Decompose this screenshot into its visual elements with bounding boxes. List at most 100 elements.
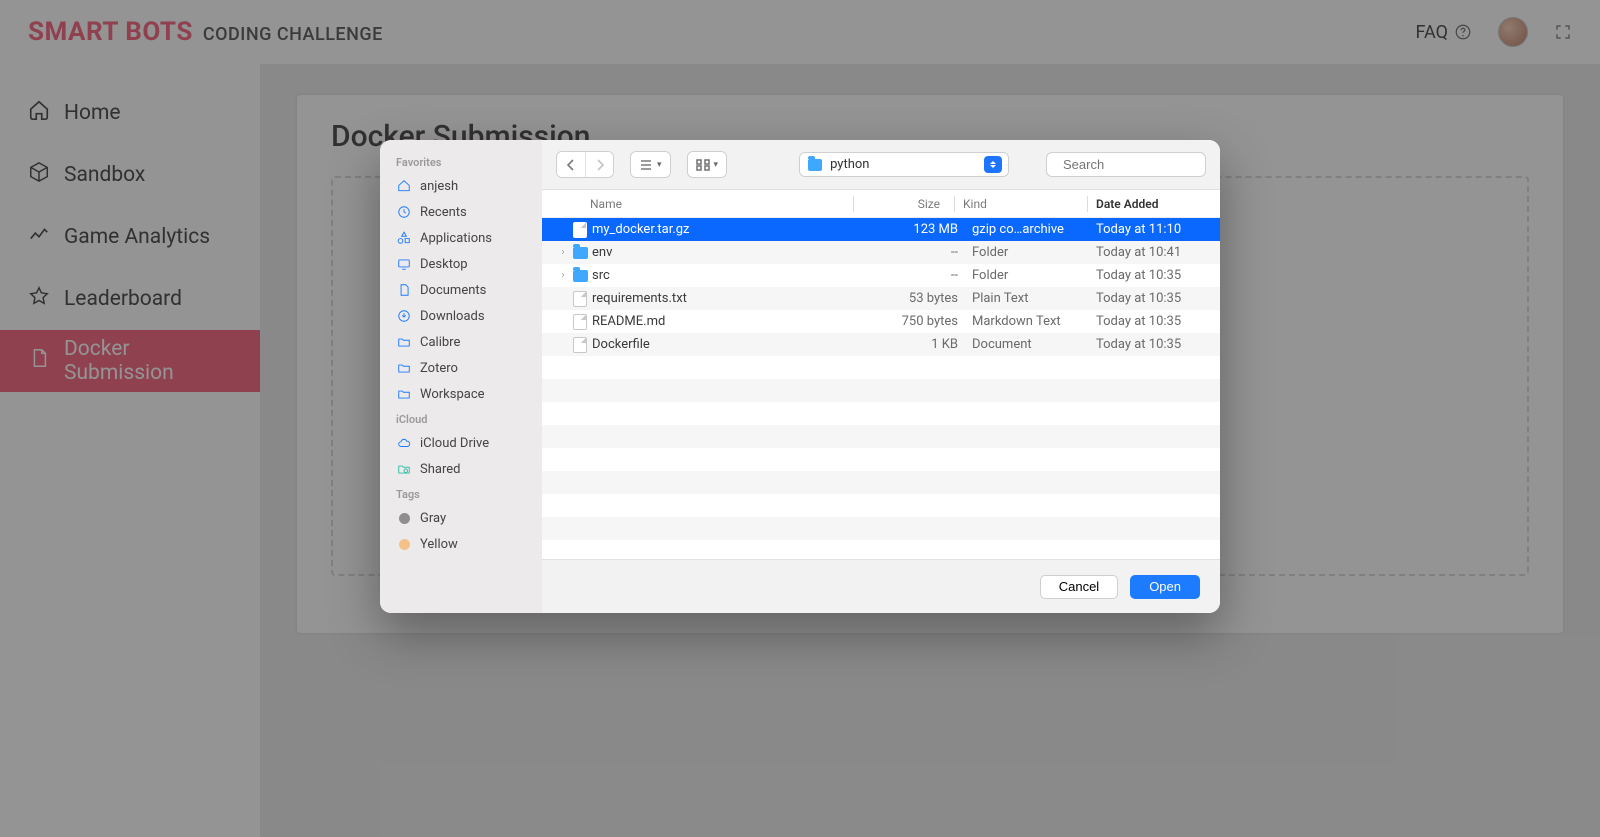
- col-date[interactable]: Date Added: [1096, 197, 1220, 211]
- file-date: Today at 10:35: [1096, 314, 1220, 329]
- file-row-empty: [542, 517, 1220, 540]
- file-row[interactable]: ›src--FolderToday at 10:35: [542, 264, 1220, 287]
- path-selector[interactable]: python: [799, 152, 1009, 177]
- sidebar-item-calibre[interactable]: Calibre: [380, 329, 542, 355]
- col-name[interactable]: Name: [590, 197, 853, 211]
- file-size: 1 KB: [880, 337, 972, 352]
- sidebar-item-label: Shared: [420, 462, 460, 477]
- file-date: Today at 10:35: [1096, 268, 1220, 283]
- folder-icon: [396, 386, 412, 402]
- col-kind[interactable]: Kind: [963, 197, 1087, 211]
- back-button[interactable]: [557, 152, 585, 177]
- file-date: Today at 10:41: [1096, 245, 1220, 260]
- sidebar-item-recents[interactable]: Recents: [380, 199, 542, 225]
- file-list[interactable]: my_docker.tar.gz123 MBgzip co…archiveTod…: [542, 218, 1220, 559]
- sidebar-item-label: anjesh: [420, 179, 458, 194]
- sidebar-item-gray[interactable]: Gray: [380, 505, 542, 531]
- folder-icon: [808, 159, 822, 171]
- tag-dot-icon: [396, 510, 412, 526]
- file-row[interactable]: my_docker.tar.gz123 MBgzip co…archiveTod…: [542, 218, 1220, 241]
- forward-button[interactable]: [585, 152, 613, 177]
- chevron-down-icon: ▾: [714, 159, 719, 170]
- col-size[interactable]: Size: [862, 197, 954, 211]
- sidebar-item-icloud-drive[interactable]: iCloud Drive: [380, 430, 542, 456]
- dialog-sidebar: Favorites anjesh Recents Applications Deskto…: [380, 140, 542, 613]
- file-date: Today at 10:35: [1096, 337, 1220, 352]
- file-size: 123 MB: [880, 222, 972, 237]
- file-row[interactable]: ›env--FolderToday at 10:41: [542, 241, 1220, 264]
- file-name: my_docker.tar.gz: [590, 222, 880, 237]
- sidebar-item-desktop[interactable]: Desktop: [380, 251, 542, 277]
- sidebar-section-label: Favorites: [380, 150, 542, 173]
- sidebar-item-label: Documents: [420, 283, 486, 298]
- cancel-button[interactable]: Cancel: [1040, 575, 1118, 599]
- file-row-empty: [542, 402, 1220, 425]
- sidebar-item-yellow[interactable]: Yellow: [380, 531, 542, 557]
- sidebar-item-label: Gray: [420, 511, 446, 526]
- document-icon: [573, 337, 587, 353]
- nav-buttons: [556, 151, 614, 178]
- document-icon: [573, 314, 587, 330]
- file-date: Today at 11:10: [1096, 222, 1220, 237]
- sidebar-item-anjesh[interactable]: anjesh: [380, 173, 542, 199]
- sidebar-item-label: Desktop: [420, 257, 468, 272]
- list-view-icon: [639, 159, 653, 171]
- file-size: --: [880, 268, 972, 283]
- tag-dot-icon: [396, 536, 412, 552]
- file-kind: gzip co…archive: [972, 222, 1096, 237]
- sidebar-item-label: Zotero: [420, 361, 458, 376]
- disclosure-icon: ›: [556, 247, 570, 258]
- download-icon: [396, 308, 412, 324]
- file-row-empty: [542, 379, 1220, 402]
- file-row[interactable]: Dockerfile1 KBDocumentToday at 10:35: [542, 333, 1220, 356]
- group-select[interactable]: ▾: [687, 151, 728, 178]
- sidebar-item-applications[interactable]: Applications: [380, 225, 542, 251]
- file-name: env: [590, 245, 880, 260]
- folder-icon: [573, 247, 588, 259]
- sidebar-section-label: iCloud: [380, 407, 542, 430]
- sidebar-item-label: Recents: [420, 205, 467, 220]
- doc-icon: [396, 282, 412, 298]
- sidebar-item-label: Yellow: [420, 537, 458, 552]
- open-button[interactable]: Open: [1130, 575, 1200, 599]
- file-row[interactable]: README.md750 bytesMarkdown TextToday at …: [542, 310, 1220, 333]
- home-icon: [396, 178, 412, 194]
- file-name: requirements.txt: [590, 291, 880, 306]
- current-folder-label: python: [830, 157, 869, 172]
- updown-icon: [984, 156, 1002, 173]
- sidebar-item-label: Downloads: [420, 309, 485, 324]
- view-mode-select[interactable]: ▾: [630, 151, 671, 178]
- file-name: src: [590, 268, 880, 283]
- dialog-toolbar: ▾ ▾ python: [542, 140, 1220, 190]
- search-box[interactable]: [1046, 152, 1206, 177]
- clock-icon: [396, 204, 412, 220]
- folder-icon: [573, 270, 588, 282]
- sidebar-item-shared[interactable]: Shared: [380, 456, 542, 482]
- sidebar-item-downloads[interactable]: Downloads: [380, 303, 542, 329]
- file-size: 53 bytes: [880, 291, 972, 306]
- column-headers[interactable]: Name Size Kind Date Added: [542, 190, 1220, 218]
- sidebar-item-workspace[interactable]: Workspace: [380, 381, 542, 407]
- file-row-empty: [542, 494, 1220, 517]
- disclosure-icon: ›: [556, 270, 570, 281]
- grid-icon: [696, 159, 710, 171]
- apps-icon: [396, 230, 412, 246]
- file-open-dialog: Favorites anjesh Recents Applications Deskto…: [380, 140, 1220, 613]
- sidebar-item-label: iCloud Drive: [420, 436, 489, 451]
- sidebar-item-label: Workspace: [420, 387, 485, 402]
- sidebar-item-zotero[interactable]: Zotero: [380, 355, 542, 381]
- document-icon: [573, 222, 587, 238]
- sidebar-item-documents[interactable]: Documents: [380, 277, 542, 303]
- file-row[interactable]: requirements.txt53 bytesPlain TextToday …: [542, 287, 1220, 310]
- file-kind: Document: [972, 337, 1096, 352]
- file-name: Dockerfile: [590, 337, 880, 352]
- file-row-empty: [542, 471, 1220, 494]
- cloud-icon: [396, 435, 412, 451]
- desktop-icon: [396, 256, 412, 272]
- file-name: README.md: [590, 314, 880, 329]
- file-size: 750 bytes: [880, 314, 972, 329]
- folder-icon: [396, 360, 412, 376]
- sidebar-section-label: Tags: [380, 482, 542, 505]
- search-input[interactable]: [1061, 156, 1220, 173]
- document-icon: [573, 291, 587, 307]
